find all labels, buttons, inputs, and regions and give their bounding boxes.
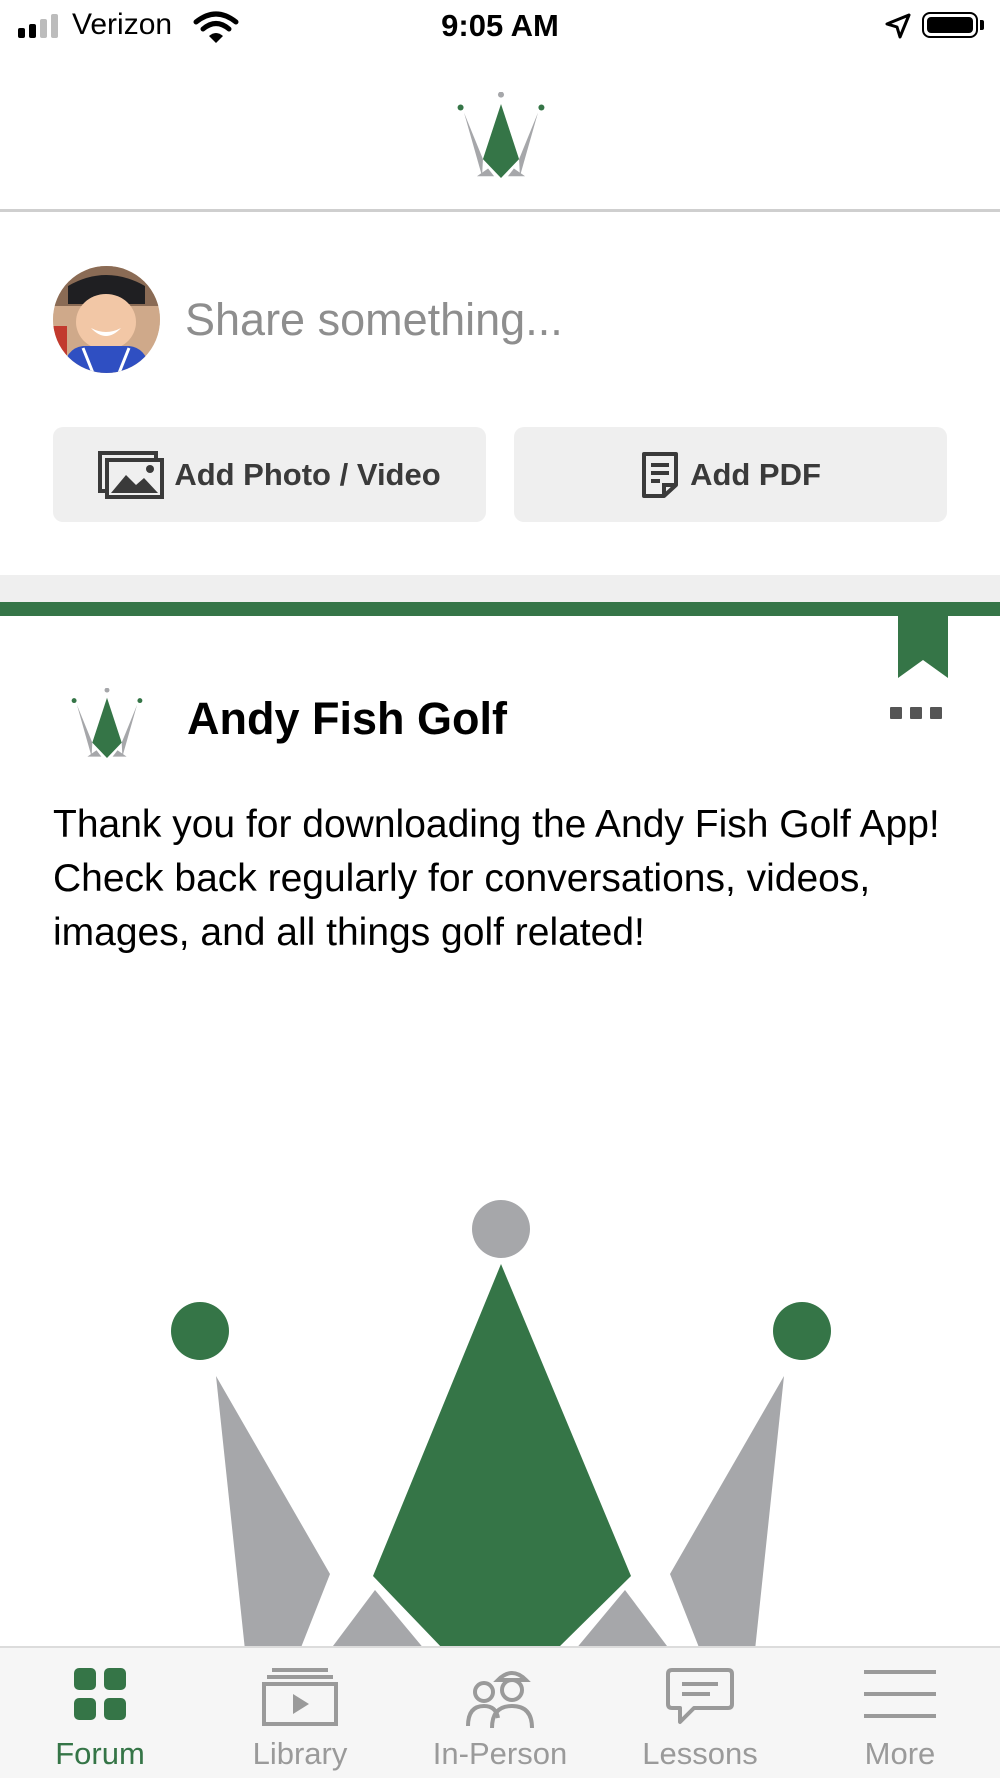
crown-logo: [457, 92, 545, 178]
more-options-icon[interactable]: [890, 707, 942, 719]
avatar-photo: [53, 266, 160, 373]
tab-label: Forum: [55, 1736, 145, 1771]
chat-bubble-icon: [666, 1668, 734, 1724]
tab-label: Library: [252, 1736, 348, 1771]
header-divider: [0, 209, 1000, 212]
tab-label: In-Person: [432, 1736, 568, 1771]
tab-label: More: [864, 1736, 936, 1771]
post-text: Thank you for downloading the Andy Fish …: [53, 803, 940, 954]
section-separator: [0, 575, 1000, 602]
add-pdf-button[interactable]: Add PDF: [514, 427, 947, 522]
add-photo-video-label: Add Photo / Video: [174, 456, 441, 492]
bookmark-icon: [898, 614, 948, 678]
author-logo[interactable]: [66, 688, 148, 758]
add-pdf-label: Add PDF: [690, 456, 821, 492]
tab-label: Lessons: [642, 1736, 758, 1771]
tab-library[interactable]: Library: [200, 1648, 400, 1778]
bottom-tab-bar: Forum Library In-Person Lessons More: [0, 1646, 1000, 1778]
tab-in-person[interactable]: In-Person: [400, 1648, 600, 1778]
tab-lessons[interactable]: Lessons: [600, 1648, 800, 1778]
location-arrow-icon: [885, 13, 911, 39]
menu-icon: [864, 1670, 936, 1718]
photo-icon: [98, 450, 165, 499]
add-photo-video-button[interactable]: Add Photo / Video: [53, 427, 486, 522]
post-author[interactable]: Andy Fish Golf: [187, 693, 507, 745]
share-input[interactable]: [185, 290, 945, 350]
people-icon: [466, 1671, 534, 1729]
pinned-post-bar: [0, 602, 1000, 616]
document-icon: [642, 451, 679, 498]
user-avatar[interactable]: [53, 266, 160, 373]
video-library-icon: [262, 1668, 338, 1726]
tab-more[interactable]: More: [800, 1648, 1000, 1778]
status-bar: Verizon 9:05 AM: [0, 0, 1000, 56]
battery-tip: [980, 20, 984, 30]
post-image[interactable]: [0, 1180, 1000, 1650]
battery-icon: [922, 12, 978, 38]
crown-logo-large: [171, 1200, 831, 1650]
tab-forum[interactable]: Forum: [0, 1648, 200, 1778]
grid-icon: [74, 1668, 126, 1720]
clock: 9:05 AM: [441, 8, 559, 43]
